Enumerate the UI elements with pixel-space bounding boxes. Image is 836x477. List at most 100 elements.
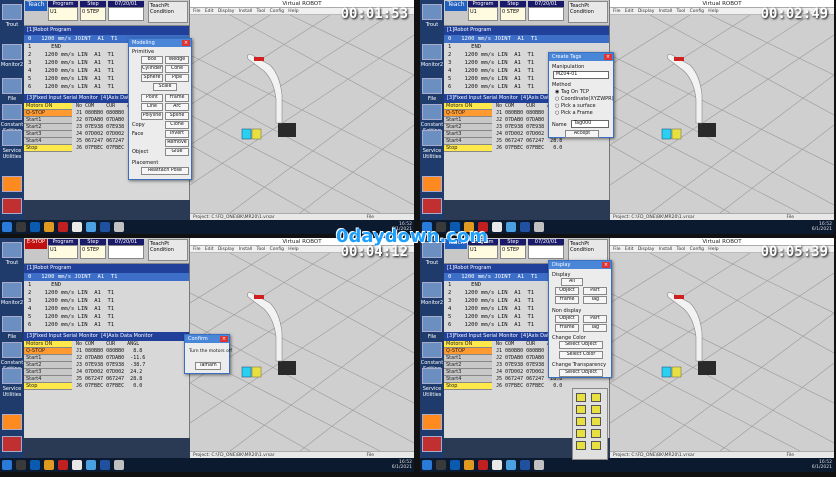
program-value[interactable]: U1 (468, 7, 498, 21)
program-row[interactable]: 2 1200 mm/s LIN A1 T1 (24, 289, 189, 297)
program-row[interactable]: 3 1200 mm/s LIN A1 T1 (444, 59, 609, 67)
constant-setting-icon[interactable] (2, 342, 22, 358)
3d-viewport[interactable] (609, 14, 834, 214)
opera-icon[interactable] (58, 222, 68, 232)
program-row[interactable]: 6 1200 mm/s LIN A1 T1 (24, 321, 189, 329)
program-row[interactable]: 3 1200 mm/s LIN A1 T1 (24, 59, 189, 67)
service-utilities-icon[interactable] (2, 130, 22, 146)
app-icon[interactable] (114, 460, 124, 470)
program-row[interactable]: 1 END (24, 43, 189, 51)
app-icon[interactable] (534, 222, 544, 232)
trout-icon[interactable] (2, 4, 22, 20)
start-icon[interactable] (422, 460, 432, 470)
step-value[interactable]: 0 STEP (80, 7, 106, 21)
start-icon[interactable] (2, 460, 12, 470)
search-icon[interactable] (16, 222, 26, 232)
menu-bar[interactable]: File Edit Display Install Tool Config He… (610, 246, 834, 253)
program-row[interactable]: 4 1200 mm/s LIN A1 T1 (24, 305, 189, 313)
folder-icon[interactable] (44, 460, 54, 470)
menu-bar[interactable]: File Edit Display Install Tool Config He… (610, 8, 834, 15)
estop-badge[interactable]: E-STOP (25, 239, 47, 249)
program-row[interactable]: 4 1200 mm/s LIN A1 T1 (24, 67, 189, 75)
program-value[interactable]: U1 (48, 7, 78, 21)
program-row[interactable]: 2 1200 mm/s LIN A1 T1 (444, 289, 609, 297)
app-icon[interactable] (506, 460, 516, 470)
file-icon[interactable] (422, 78, 442, 94)
program-row[interactable]: 0 1200 mm/s JOINT A1 T1 (24, 35, 189, 43)
search-icon[interactable] (16, 460, 26, 470)
vlc-icon[interactable] (2, 176, 22, 192)
program-row[interactable]: 6 1200 mm/s LIN A1 T1 (444, 83, 609, 91)
teach-mode-badge[interactable]: Teach (445, 1, 467, 11)
service-utilities-icon[interactable] (422, 130, 442, 146)
program-row[interactable]: 5 1200 mm/s LIN A1 T1 (24, 313, 189, 321)
tp-condition[interactable]: TeachPt Condition (568, 1, 608, 23)
step-value[interactable]: 0 STEP (80, 245, 106, 259)
file-icon[interactable] (2, 78, 22, 94)
vlc-icon[interactable] (2, 414, 22, 430)
work-objects[interactable] (241, 366, 262, 378)
app-icon[interactable] (100, 460, 110, 470)
trout-icon[interactable] (2, 242, 22, 258)
monitor-icon[interactable] (2, 44, 22, 60)
file-icon[interactable] (422, 316, 442, 332)
program-row[interactable]: 0 1200 mm/s JOINT A1 T1 (444, 35, 609, 43)
chrome-icon[interactable] (492, 222, 502, 232)
app-icon[interactable] (520, 222, 530, 232)
menu-bar[interactable]: File Edit Display Install Tool Config He… (190, 8, 414, 15)
step-value[interactable]: 0 STEP (500, 245, 526, 259)
trout-icon[interactable] (422, 4, 442, 20)
tp-condition[interactable]: TeachPt Condition (568, 239, 608, 261)
tp-condition[interactable]: TeachPt Condition (148, 239, 188, 261)
constant-setting-icon[interactable] (422, 342, 442, 358)
file-icon[interactable] (2, 316, 22, 332)
program-row[interactable]: 1 END (444, 281, 609, 289)
robot-arm[interactable] (247, 292, 297, 376)
program-row[interactable]: 2 1200 mm/s LIN A1 T1 (24, 51, 189, 59)
driver-booster-icon[interactable] (2, 436, 22, 452)
edge-icon[interactable] (450, 460, 460, 470)
step-value[interactable]: 0 STEP (500, 7, 526, 21)
robot-arm[interactable] (667, 54, 717, 138)
vlc-icon[interactable] (422, 414, 442, 430)
program-row[interactable]: 5 1200 mm/s LIN A1 T1 (444, 313, 609, 321)
robot-arm[interactable] (247, 54, 297, 138)
folder-icon[interactable] (44, 222, 54, 232)
app-icon[interactable] (520, 460, 530, 470)
folder-icon[interactable] (464, 460, 474, 470)
app-icon[interactable] (86, 460, 96, 470)
service-utilities-icon[interactable] (422, 368, 442, 384)
work-objects[interactable] (241, 128, 262, 140)
program-row[interactable]: 0 1200 mm/s JOINT A1 T1 (24, 273, 189, 281)
menu-bar[interactable]: File Edit Display Install Tool Config He… (190, 246, 414, 253)
app-icon[interactable] (100, 222, 110, 232)
service-utilities-icon[interactable] (2, 368, 22, 384)
monitor-icon[interactable] (2, 282, 22, 298)
chrome-icon[interactable] (72, 460, 82, 470)
app-icon[interactable] (506, 222, 516, 232)
program-row[interactable]: 2 1200 mm/s LIN A1 T1 (444, 51, 609, 59)
3d-viewport[interactable] (609, 252, 834, 452)
tp-condition[interactable]: TeachPt Condition (148, 1, 188, 23)
work-objects[interactable] (661, 128, 682, 140)
constant-setting-icon[interactable] (2, 104, 22, 120)
constant-setting-icon[interactable] (422, 104, 442, 120)
program-row[interactable]: 5 1200 mm/s LIN A1 T1 (444, 75, 609, 83)
driver-booster-icon[interactable] (422, 198, 442, 214)
chrome-icon[interactable] (72, 222, 82, 232)
opera-icon[interactable] (58, 460, 68, 470)
start-icon[interactable] (2, 222, 12, 232)
program-row[interactable]: 0 1200 mm/s JOINT A1 T1 (444, 273, 609, 281)
program-row[interactable]: 4 1200 mm/s LIN A1 T1 (444, 305, 609, 313)
robot-arm[interactable] (667, 292, 717, 376)
program-row[interactable]: 3 1200 mm/s LIN A1 T1 (444, 297, 609, 305)
edge-icon[interactable] (30, 222, 40, 232)
program-row[interactable]: 6 1200 mm/s LIN A1 T1 (444, 321, 609, 329)
3d-viewport[interactable] (189, 252, 414, 452)
vlc-icon[interactable] (422, 176, 442, 192)
monitor-icon[interactable] (422, 44, 442, 60)
app-icon[interactable] (114, 222, 124, 232)
chrome-icon[interactable] (492, 460, 502, 470)
monitor-icon[interactable] (422, 282, 442, 298)
program-value[interactable]: U1 (468, 245, 498, 259)
